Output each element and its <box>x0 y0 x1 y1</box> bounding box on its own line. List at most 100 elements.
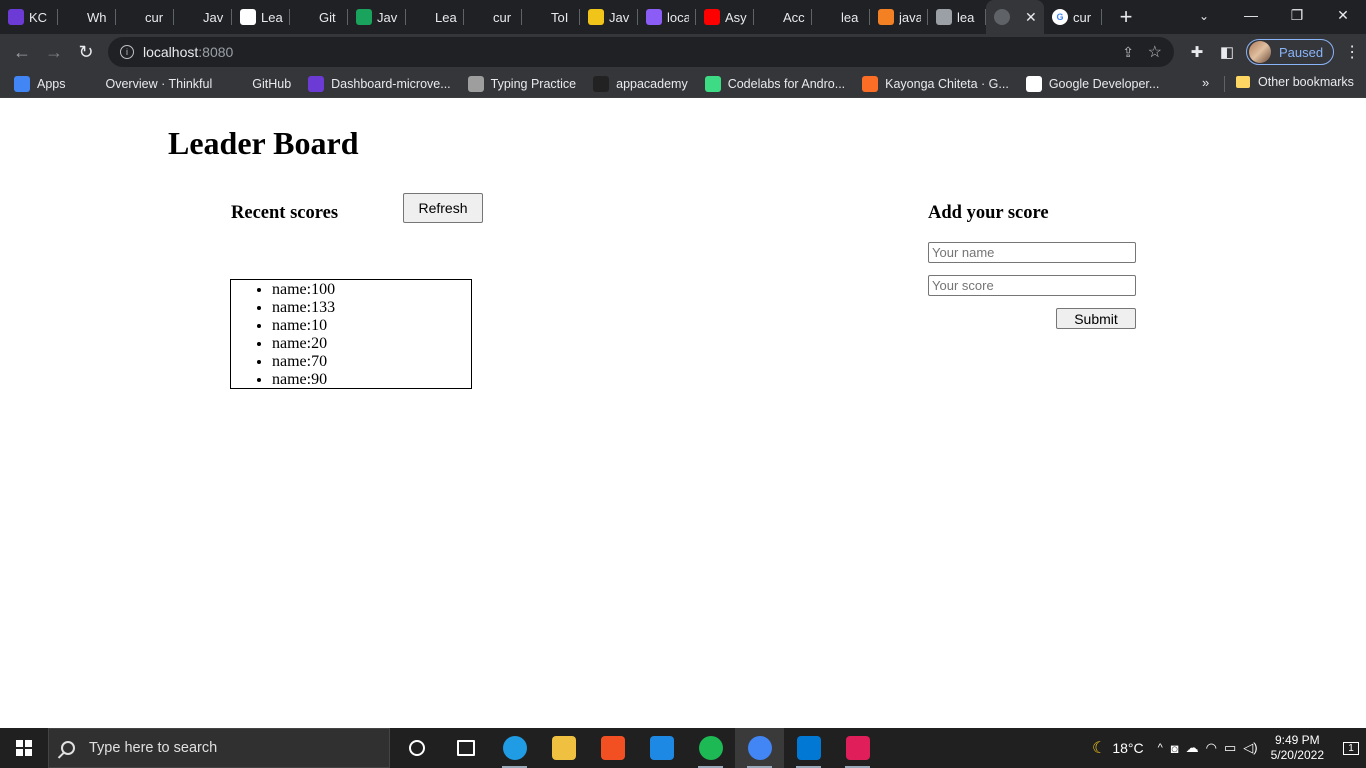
bookmark-item[interactable]: Apps <box>14 75 66 92</box>
battery-icon[interactable]: ▭ <box>1224 740 1236 756</box>
tab[interactable]: loca <box>638 0 696 34</box>
tab[interactable]: Asy <box>696 0 754 34</box>
forward-icon[interactable]: → <box>38 36 70 68</box>
file-explorer-icon <box>551 736 576 760</box>
taskbar-edge[interactable] <box>490 728 539 768</box>
camera-icon[interactable]: ◙ <box>1171 741 1179 756</box>
taskbar-store[interactable] <box>588 728 637 768</box>
tab[interactable]: lea <box>812 0 870 34</box>
bookmark-item[interactable]: Google Developer... <box>1025 75 1159 92</box>
bookmarks-bar: Apps Overview · Thinkful GitHub Dashboard-m… <box>0 70 1366 98</box>
menu-icon[interactable]: ⋮ <box>1340 42 1364 62</box>
bookmark-label: Codelabs for Andro... <box>727 76 846 91</box>
minimize-icon[interactable]: — <box>1228 0 1274 30</box>
notifications-icon[interactable]: 1 <box>1336 728 1366 768</box>
taskbar-search[interactable]: Type here to search <box>48 728 390 768</box>
temperature[interactable]: 18°C <box>1112 740 1143 756</box>
tab[interactable]: Lea <box>232 0 290 34</box>
refresh-button[interactable]: Refresh <box>403 193 483 223</box>
taskbar-slack[interactable] <box>833 728 882 768</box>
tab-label: Jav <box>609 9 630 25</box>
tab[interactable]: cur <box>464 0 522 34</box>
tab-label: Git <box>319 9 336 25</box>
bookmark-item[interactable]: Dashboard-microve... <box>308 75 451 92</box>
wifi-icon[interactable]: ◠ <box>1206 740 1217 756</box>
other-bookmarks[interactable]: Other bookmarks <box>1236 75 1354 89</box>
side-panel-icon[interactable]: ◧ <box>1212 38 1242 66</box>
onedrive-icon[interactable]: ☁ <box>1186 740 1199 756</box>
taskbar-chrome[interactable] <box>735 728 784 768</box>
bookmark-item[interactable]: Overview · Thinkful <box>82 75 212 92</box>
show-hidden-icons-icon[interactable]: ^ <box>1158 742 1163 754</box>
bookmark-label: GitHub <box>252 76 292 91</box>
tab-active[interactable]: ✕ <box>986 0 1044 34</box>
score-input[interactable] <box>928 275 1136 296</box>
tab[interactable]: Git <box>290 0 348 34</box>
notification-count: 1 <box>1343 741 1359 755</box>
start-button[interactable] <box>0 728 48 768</box>
bookmark-item[interactable]: GitHub <box>229 75 292 92</box>
bookmark-star-icon[interactable]: ☆ <box>1148 42 1162 62</box>
github-icon <box>472 9 488 25</box>
tab[interactable]: cur <box>116 0 174 34</box>
clock-time: 9:49 PM <box>1274 733 1320 747</box>
bookmark-item[interactable]: Codelabs for Andro... <box>704 75 846 92</box>
taskbar-vscode[interactable] <box>784 728 833 768</box>
tab[interactable]: Jav <box>174 0 232 34</box>
submit-button[interactable]: Submit <box>1056 308 1136 329</box>
taskbar-task-view[interactable] <box>441 728 490 768</box>
vscode-icon <box>796 736 821 760</box>
tab[interactable]: Lea <box>406 0 464 34</box>
extensions-icon[interactable]: ✚ <box>1182 38 1212 66</box>
tab-label: Lea <box>261 9 283 25</box>
score-item: name:133 <box>272 299 471 317</box>
tab[interactable]: ToI <box>522 0 580 34</box>
tab[interactable]: Jav <box>348 0 406 34</box>
astro-icon <box>182 9 198 25</box>
thinkful-icon <box>762 9 778 25</box>
taskbar-file-explorer[interactable] <box>539 728 588 768</box>
new-tab-button[interactable]: + <box>1106 0 1146 34</box>
tab[interactable]: Jav <box>580 0 638 34</box>
tab[interactable]: Acc <box>754 0 812 34</box>
bookmark-item[interactable]: Kayonga Chiteta · G... <box>862 75 1009 92</box>
profile-button[interactable]: Paused <box>1246 39 1335 65</box>
tab-label: Acc <box>783 9 805 25</box>
taskbar-cortana[interactable] <box>392 728 441 768</box>
restore-icon[interactable]: ❐ <box>1274 0 1320 30</box>
github-icon <box>298 9 314 25</box>
tab[interactable]: lea <box>928 0 986 34</box>
name-input[interactable] <box>928 242 1136 263</box>
recent-scores-heading: Recent scores <box>231 203 339 223</box>
close-window-icon[interactable]: ✕ <box>1320 0 1366 30</box>
tab-google[interactable]: G cur <box>1044 0 1102 34</box>
score-item: name:70 <box>272 353 471 371</box>
tab[interactable]: Wh <box>58 0 116 34</box>
taskbar-search-placeholder: Type here to search <box>89 740 218 756</box>
bookmark-item[interactable]: appacademy <box>593 75 688 92</box>
taskbar-spotify[interactable] <box>686 728 735 768</box>
score-item: name:20 <box>272 335 471 353</box>
address-bar[interactable]: i localhost:8080 ⇪ ☆ <box>108 37 1174 67</box>
clock[interactable]: 9:49 PM 5/20/2022 <box>1271 733 1324 763</box>
tab[interactable]: java <box>870 0 928 34</box>
volume-icon[interactable]: ◁) <box>1243 740 1257 756</box>
close-tab-icon[interactable]: ✕ <box>1025 9 1037 26</box>
score-item: name:90 <box>272 371 471 389</box>
tab-label: Jav <box>203 9 224 25</box>
bookmark-label: Dashboard-microve... <box>331 76 451 91</box>
back-icon[interactable]: ← <box>6 36 38 68</box>
tab[interactable]: KC <box>0 0 58 34</box>
reload-icon[interactable]: ↻ <box>70 36 102 68</box>
site-info-icon[interactable]: i <box>120 45 134 59</box>
tab-label: lea <box>841 9 859 25</box>
address-port: :8080 <box>198 44 234 60</box>
tab-search-icon[interactable]: ⌄ <box>1192 6 1216 26</box>
share-icon[interactable]: ⇪ <box>1122 44 1134 61</box>
search-icon <box>61 741 75 755</box>
tab-label: Asy <box>725 9 747 25</box>
weather-moon-icon[interactable]: ☾ <box>1092 738 1106 758</box>
bookmark-item[interactable]: Typing Practice <box>467 75 576 92</box>
bookmarks-overflow-button[interactable]: » <box>1202 75 1209 90</box>
taskbar-mail[interactable] <box>637 728 686 768</box>
